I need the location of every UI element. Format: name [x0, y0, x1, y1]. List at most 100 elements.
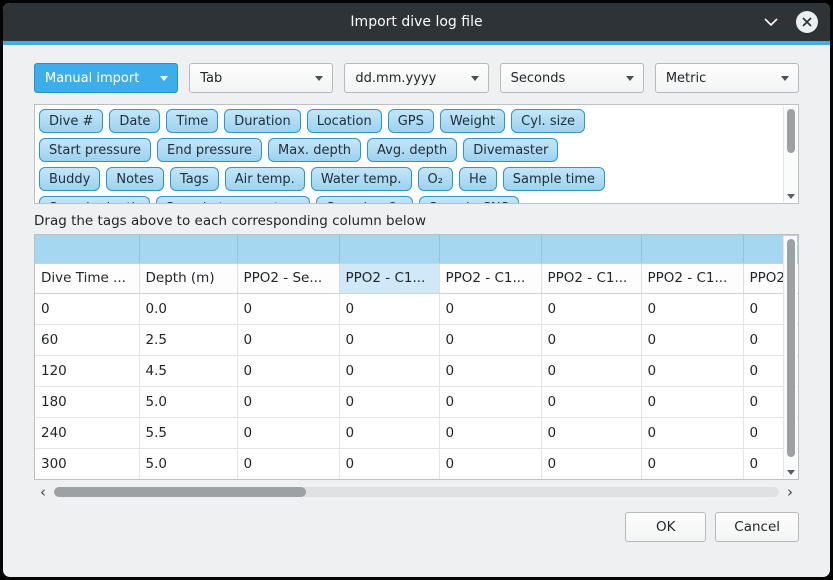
table-cell: 0 — [541, 417, 641, 448]
column-header: PPO2 - Se... — [237, 263, 339, 293]
table-cell: 180 — [35, 386, 139, 417]
ok-button[interactable]: OK — [625, 512, 706, 542]
tag-divemaster[interactable]: Divemaster — [463, 138, 558, 162]
combo-duration-format[interactable]: Seconds — [500, 63, 644, 93]
chevron-down-icon — [626, 76, 634, 81]
table-cell: 240 — [35, 417, 139, 448]
combo-date-format[interactable]: dd.mm.yyyy — [344, 63, 488, 93]
column-header: PPO2 - C1... — [339, 263, 439, 293]
table-cell: 0 — [237, 324, 339, 355]
close-icon[interactable] — [796, 11, 818, 33]
combo-import-mode[interactable]: Manual import — [34, 63, 178, 93]
tag-sample-cns[interactable]: Sample CNS — [419, 196, 519, 204]
tag-tags[interactable]: Tags — [170, 167, 219, 191]
drop-target-cell[interactable] — [541, 235, 641, 263]
tag-area: Dive #DateTimeDuration LocationGPSWeightC… — [34, 104, 799, 204]
table-cell: 0 — [641, 448, 743, 479]
tag-he[interactable]: He — [459, 167, 497, 191]
table-cell: 0 — [339, 448, 439, 479]
drop-target-cell[interactable] — [237, 235, 339, 263]
preview-table: Dive Time ...Depth (m)PPO2 - Se...PPO2 -… — [35, 235, 799, 480]
drop-target-cell[interactable] — [641, 235, 743, 263]
combo-field-separator[interactable]: Tab — [189, 63, 333, 93]
table-cell: 300 — [35, 448, 139, 479]
drop-target-cell[interactable] — [439, 235, 541, 263]
chevron-down-icon — [471, 76, 479, 81]
tag-cyl-size[interactable]: Cyl. size — [511, 109, 585, 133]
tag-sample-po[interactable]: Sample pO₂ — [316, 196, 413, 204]
titlebar[interactable]: Import dive log file — [3, 3, 830, 41]
scrollbar-thumb[interactable] — [787, 239, 795, 457]
scroll-left-icon[interactable]: ‹ — [36, 484, 50, 500]
table-cell: 60 — [35, 324, 139, 355]
window-frame: Import dive log file Manual import Tab dd.… — [0, 0, 833, 580]
tag-time[interactable]: Time — [166, 109, 218, 133]
table-cell: 0 — [237, 386, 339, 417]
table-cell: 0 — [237, 355, 339, 386]
table-cell: 0 — [541, 293, 641, 324]
scroll-down-icon[interactable] — [787, 194, 795, 199]
column-header: PPO2 - C1... — [641, 263, 743, 293]
table-scrollbar-horizontal[interactable]: ‹ › — [34, 484, 799, 500]
tag-date[interactable]: Date — [109, 109, 160, 133]
table-cell: 120 — [35, 355, 139, 386]
table-cell: 0 — [641, 386, 743, 417]
table-cell: 0 — [541, 355, 641, 386]
preview-table-container: Dive Time ...Depth (m)PPO2 - Se...PPO2 -… — [34, 234, 799, 480]
table-cell: 5.0 — [139, 386, 237, 417]
tag-notes[interactable]: Notes — [106, 167, 164, 191]
cancel-button[interactable]: Cancel — [715, 512, 799, 542]
tag-location[interactable]: Location — [307, 109, 382, 133]
tag-row: Dive #DateTimeDuration LocationGPSWeightC… — [39, 109, 778, 133]
table-cell: 5.0 — [139, 448, 237, 479]
combo-value: dd.mm.yyyy — [355, 71, 470, 86]
tag-area-scrollbar[interactable] — [783, 106, 797, 202]
scrollbar-thumb[interactable] — [54, 487, 306, 497]
table-cell: 0 — [339, 386, 439, 417]
table-cell: 0 — [439, 417, 541, 448]
tag-sample-depth[interactable]: Sample depth — [39, 196, 150, 204]
scrollbar-thumb[interactable] — [787, 109, 795, 153]
tag-start-pressure[interactable]: Start pressure — [39, 138, 151, 162]
scroll-right-icon[interactable]: › — [783, 484, 797, 500]
table-row: 2405.5000000 — [35, 417, 799, 448]
table-cell: 0 — [237, 293, 339, 324]
scrollbar-track[interactable] — [54, 487, 779, 497]
table-cell: 2.5 — [139, 324, 237, 355]
column-header: Dive Time ... — [35, 263, 139, 293]
tag-row: BuddyNotesTagsAir temp.Water temp.O₂HeSa… — [39, 167, 778, 191]
table-cell: 0 — [339, 355, 439, 386]
drop-target-cell[interactable] — [35, 235, 139, 263]
tag-weight[interactable]: Weight — [440, 109, 505, 133]
chevron-down-icon[interactable] — [760, 11, 782, 33]
table-scrollbar-vertical[interactable] — [783, 236, 797, 478]
drop-target-cell[interactable] — [139, 235, 237, 263]
table-cell: 0 — [439, 448, 541, 479]
tag-dive[interactable]: Dive # — [39, 109, 103, 133]
scroll-down-icon[interactable] — [787, 470, 795, 475]
tag-buddy[interactable]: Buddy — [39, 167, 100, 191]
table-cell: 0 — [237, 417, 339, 448]
table-cell: 0 — [641, 324, 743, 355]
chevron-down-icon — [781, 76, 789, 81]
tag-air-temp[interactable]: Air temp. — [225, 167, 305, 191]
table-cell: 0 — [339, 417, 439, 448]
tag-o[interactable]: O₂ — [418, 167, 453, 191]
tag-max-depth[interactable]: Max. depth — [268, 138, 361, 162]
tag-water-temp[interactable]: Water temp. — [311, 167, 412, 191]
combo-value: Seconds — [511, 71, 626, 86]
tag-rows: Dive #DateTimeDuration LocationGPSWeightC… — [39, 109, 778, 204]
drop-target-cell[interactable] — [339, 235, 439, 263]
table-cell: 0 — [641, 293, 743, 324]
tag-row: Start pressureEnd pressureMax. depthAvg.… — [39, 138, 778, 162]
tag-end-pressure[interactable]: End pressure — [157, 138, 262, 162]
tag-sample-temperature[interactable]: Sample temperature — [156, 196, 311, 204]
tag-sample-time[interactable]: Sample time — [503, 167, 605, 191]
combo-units[interactable]: Metric — [655, 63, 799, 93]
column-header: PPO2 - C1... — [541, 263, 641, 293]
tag-gps[interactable]: GPS — [388, 109, 434, 133]
tag-duration[interactable]: Duration — [224, 109, 300, 133]
titlebar-actions — [760, 11, 818, 33]
table-cell: 0 — [541, 448, 641, 479]
tag-avg-depth[interactable]: Avg. depth — [367, 138, 457, 162]
